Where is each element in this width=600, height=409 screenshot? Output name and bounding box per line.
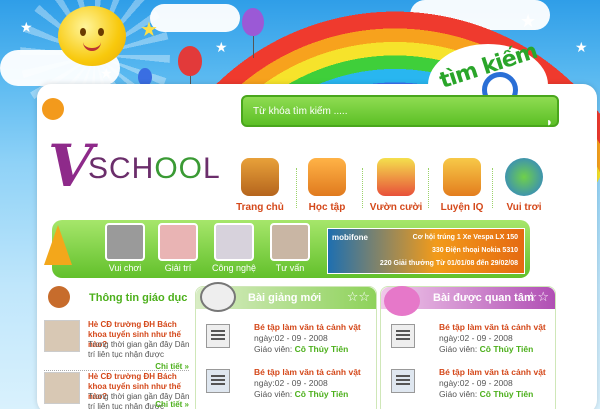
lesson-date: ngày:02 - 09 - 2008 <box>254 378 328 388</box>
popular-title-link[interactable]: Bé tập làm văn tả cảnh vật <box>439 322 546 332</box>
news-item[interactable]: Hè CĐ trường ĐH Bách khoa tuyển sinh như… <box>44 372 189 409</box>
media-icon <box>206 369 230 393</box>
news-thumbnail <box>44 372 80 404</box>
media-icon <box>391 369 415 393</box>
strip-label: Giải trí <box>164 263 192 273</box>
star-icon: ☆☆ <box>525 289 549 304</box>
strip-item-tech[interactable]: Công nghệ <box>209 223 259 273</box>
lesson-title[interactable]: Bé tập làm văn tả cảnh vật <box>254 367 361 377</box>
blocks-icon <box>443 158 481 196</box>
tech-thumbnail <box>214 223 254 261</box>
party-hat-icon <box>44 225 72 265</box>
logo-letter-v: V <box>48 132 94 200</box>
strip-label: Công nghệ <box>211 263 257 273</box>
search-input[interactable] <box>253 102 549 120</box>
nav-item-study[interactable]: Học tập <box>297 158 357 218</box>
strip-item-advice[interactable]: Tư vấn <box>265 223 315 273</box>
nav-label: Luyện IQ <box>440 202 484 213</box>
globe-icon <box>505 158 543 196</box>
nav-label: Vui trơi <box>506 202 542 213</box>
strip-label: Vui chơi <box>108 263 142 273</box>
clown-icon <box>377 158 415 196</box>
student-icon <box>48 286 70 308</box>
star-icon: ★ <box>100 65 113 81</box>
cow-mascot-icon <box>200 282 236 312</box>
lamp-book-icon <box>308 158 346 196</box>
divider <box>44 370 189 371</box>
ad-line: 220 Giải thưởng Từ 01/01/08 đến 29/02/08 <box>379 260 518 267</box>
news-more-link[interactable]: Chi tiết » <box>155 400 189 409</box>
news-item[interactable]: Hè CĐ trường ĐH Bách khoa tuyển sinh như… <box>44 320 189 372</box>
news-desc: Trong thời gian gần đây Dân trí liên tục… <box>88 340 190 359</box>
lesson-title[interactable]: Bé tập làm văn tả cảnh vật <box>254 322 361 332</box>
pig-mascot-icon <box>384 286 420 316</box>
popular-teacher: Giáo viên: Cô Thủy Tiên <box>439 389 534 399</box>
new-lessons-title: Bài giảng mới <box>248 292 322 304</box>
star-icon: ☆☆ <box>346 289 370 304</box>
star-icon: ★ <box>575 39 588 55</box>
nav-item-home[interactable]: Trang chủ <box>230 158 290 218</box>
strip-label: Tư vấn <box>275 263 305 273</box>
popular-teacher: Giáo viên: Cô Thủy Tiên <box>439 344 534 354</box>
popular-date: ngày:02 - 09 - 2008 <box>439 378 513 388</box>
star-icon: ★ <box>215 39 228 55</box>
strip-item-play[interactable]: Vui chơi <box>100 223 150 273</box>
popular-title-link[interactable]: Bé tập làm văn tả cảnh vật <box>439 367 546 377</box>
mobifone-ad[interactable]: mobifone Cơ hội trúng 1 Xe Vespa LX 150 … <box>327 228 525 274</box>
lesson-teacher: Giáo viên: Cô Thủy Tiên <box>254 344 349 354</box>
news-section-title: Thông tin giáo dục <box>89 292 188 304</box>
sun-icon <box>58 6 126 66</box>
lesson-teacher: Giáo viên: Cô Thủy Tiên <box>254 389 349 399</box>
lesson-date: ngày:02 - 09 - 2008 <box>254 333 328 343</box>
site-logo[interactable]: V SCHOOL <box>48 118 220 200</box>
search-bar: ◗ <box>241 95 559 129</box>
ad-line: Cơ hội trúng 1 Xe Vespa LX 150 <box>412 234 518 241</box>
popular-date: ngày:02 - 09 - 2008 <box>439 333 513 343</box>
strip-item-entertainment[interactable]: Giải trí <box>153 223 203 273</box>
news-thumbnail <box>44 320 80 352</box>
document-icon <box>206 324 230 348</box>
balloon-icon <box>242 8 264 58</box>
nav-label: Học tập <box>308 202 346 213</box>
ad-brand: mobifone <box>332 233 368 242</box>
popular-title: Bài được quan tâm <box>433 292 534 304</box>
logo-orange-icon <box>42 98 64 120</box>
house-icon <box>241 158 279 196</box>
nav-item-iq[interactable]: Luyện IQ <box>432 158 492 218</box>
play-thumbnail <box>105 223 145 261</box>
star-icon: ★ <box>520 11 537 31</box>
star-icon: ★ <box>140 19 158 41</box>
star-icon: ★ <box>20 19 33 35</box>
nav-item-laugh[interactable]: Vườn cười <box>366 158 426 218</box>
entertainment-thumbnail <box>158 223 198 261</box>
cloud <box>150 4 240 32</box>
signal-icon: ◗ <box>545 115 553 129</box>
document-icon <box>391 324 415 348</box>
nav-item-fun[interactable]: Vui trơi <box>494 158 554 218</box>
nav-label: Trang chủ <box>236 202 284 213</box>
nav-label: Vườn cười <box>369 202 423 213</box>
logo-text: SCHOOL <box>88 152 221 185</box>
balloon-icon <box>178 46 202 98</box>
advice-thumbnail <box>270 223 310 261</box>
ad-line: 330 Điện thoại Nokia 5310 <box>432 247 518 254</box>
